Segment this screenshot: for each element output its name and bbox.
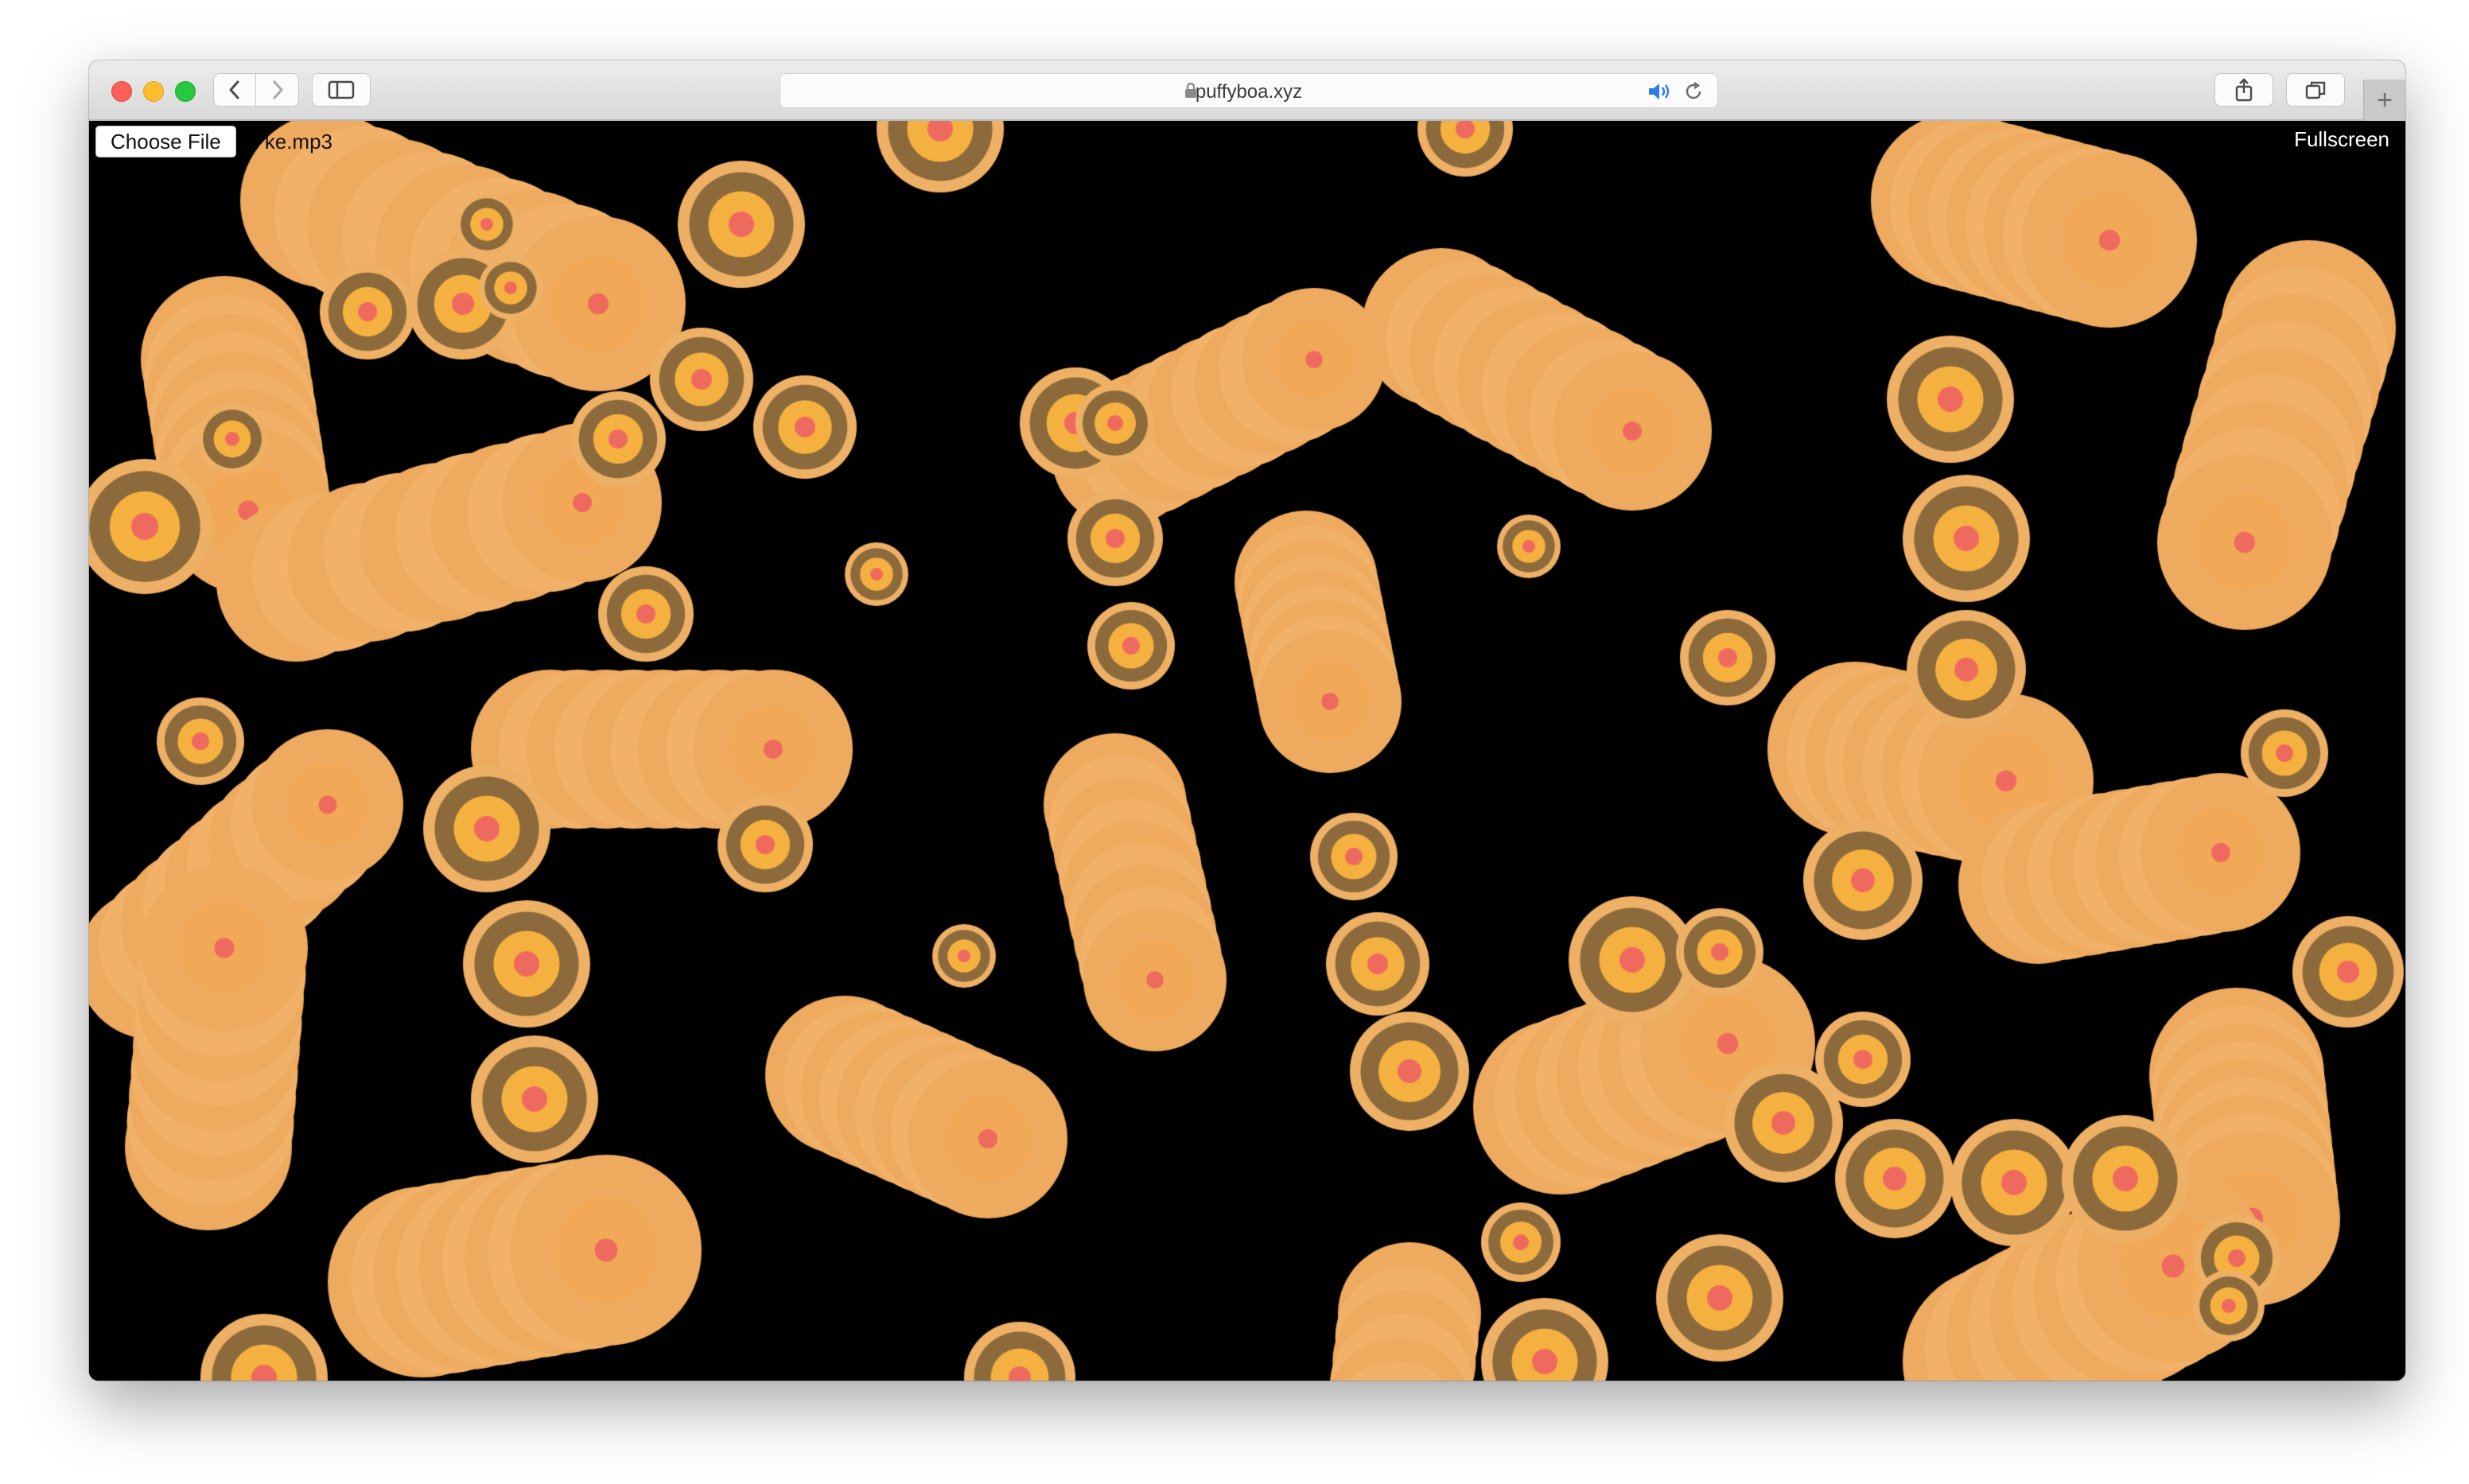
close-window-button[interactable] xyxy=(111,81,132,102)
speaker-icon[interactable] xyxy=(1647,82,1673,101)
fullscreen-link[interactable]: Fullscreen xyxy=(2294,127,2389,152)
zoom-window-button[interactable] xyxy=(175,81,196,102)
choose-file-button[interactable]: Choose File xyxy=(95,126,236,157)
share-button[interactable] xyxy=(2214,73,2273,107)
url-text: puffyboa.xyz xyxy=(1195,81,1303,103)
address-bar[interactable]: puffyboa.xyz xyxy=(780,73,1718,108)
sidebar-icon xyxy=(328,80,355,99)
forward-button[interactable] xyxy=(256,73,299,107)
back-button[interactable] xyxy=(213,73,256,107)
visualizer-canvas xyxy=(89,121,2405,1381)
tabs-icon xyxy=(2305,81,2326,99)
selected-file-name: ke.mp3 xyxy=(264,129,332,153)
sidebar-button[interactable] xyxy=(312,73,371,107)
title-bar: puffyboa.xyz + xyxy=(89,60,2405,121)
page-content: Choose File ke.mp3 Fullscreen xyxy=(89,121,2405,1381)
forward-icon xyxy=(273,80,282,99)
show-tabs-button[interactable] xyxy=(2286,73,2345,107)
back-icon xyxy=(229,80,239,99)
reload-icon[interactable] xyxy=(1684,82,1703,101)
navigation-buttons xyxy=(213,73,299,107)
new-tab-button[interactable]: + xyxy=(2363,80,2405,121)
share-icon xyxy=(2235,78,2253,102)
browser-window: puffyboa.xyz + Choose File ke.mp3 Fullsc… xyxy=(89,60,2405,1381)
minimize-window-button[interactable] xyxy=(143,81,164,102)
file-chooser: Choose File ke.mp3 xyxy=(95,126,332,157)
